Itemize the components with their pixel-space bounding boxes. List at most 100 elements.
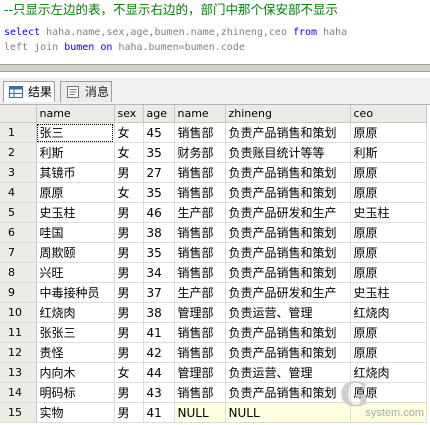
sql-editor[interactable]: --只显示左边的表，不显示右边的，部门中那个保安部不显示 select haha… (0, 0, 430, 62)
table-cell[interactable]: 史玉柱 (350, 202, 427, 223)
row-number[interactable]: 7 (0, 242, 37, 263)
table-row[interactable]: 10 红烧肉男 38 管理部 负责运营、管理 红烧肉 (0, 302, 427, 323)
table-cell[interactable]: 张三 (36, 122, 115, 143)
table-cell[interactable]: 27 (143, 162, 175, 183)
table-cell[interactable]: 35 (143, 242, 175, 263)
row-number[interactable]: 10 (0, 302, 37, 323)
table-cell[interactable]: 原原 (350, 322, 427, 343)
column-header[interactable]: age (143, 105, 175, 123)
table-cell[interactable]: 负责产品销售和策划 (225, 382, 351, 403)
table-cell[interactable]: 生产部 (174, 282, 226, 303)
table-row[interactable]: 4 原原女 35 销售部 负责产品销售和策划 原原 (0, 182, 427, 203)
table-cell[interactable]: 销售部 (174, 322, 226, 343)
table-cell[interactable]: 负责产品销售和策划 (225, 242, 351, 263)
table-cell[interactable]: 销售部 (174, 262, 226, 283)
table-row[interactable]: 3 其镜币男 27 销售部 负责产品销售和策划 原原 (0, 162, 427, 183)
table-cell[interactable]: 41 (143, 402, 175, 423)
pane-splitter[interactable] (0, 64, 430, 72)
table-row[interactable]: 2 利斯女 35 财务部 负责账目统计等等 利斯 (0, 142, 427, 163)
table-cell[interactable]: 男 (114, 242, 144, 263)
table-cell[interactable]: 男 (114, 402, 144, 423)
row-number[interactable]: 9 (0, 282, 37, 303)
table-cell[interactable]: 周欺颐 (36, 242, 115, 263)
row-number[interactable]: 2 (0, 142, 37, 163)
table-cell[interactable]: 史玉柱 (350, 282, 427, 303)
table-cell[interactable]: 男 (114, 342, 144, 363)
table-cell[interactable]: 男 (114, 222, 144, 243)
table-cell[interactable]: 负责产品销售和策划 (225, 342, 351, 363)
table-cell[interactable]: 管理部 (174, 302, 226, 323)
column-header[interactable]: zhineng (225, 105, 351, 123)
table-cell[interactable]: 男 (114, 262, 144, 283)
row-number[interactable]: 3 (0, 162, 37, 183)
table-cell[interactable]: 财务部 (174, 142, 226, 163)
row-number[interactable]: 13 (0, 362, 37, 383)
column-header[interactable]: name (174, 105, 226, 123)
table-cell[interactable]: 男 (114, 322, 144, 343)
table-cell[interactable]: 原原 (350, 122, 427, 143)
column-header[interactable]: name (36, 105, 115, 123)
corner-cell[interactable] (0, 105, 37, 123)
table-cell[interactable]: 负责产品销售和策划 (225, 182, 351, 203)
table-cell[interactable]: 38 (143, 222, 175, 243)
table-cell[interactable]: 负责产品销售和策划 (225, 122, 351, 143)
table-cell[interactable]: 其镜币 (36, 162, 115, 183)
table-cell[interactable]: 45 (143, 122, 175, 143)
table-cell[interactable]: 女 (114, 122, 144, 143)
table-cell[interactable]: 男 (114, 162, 144, 183)
table-cell[interactable]: 负责产品研发和生产 (225, 202, 351, 223)
table-cell[interactable]: 管理部 (174, 362, 226, 383)
row-number[interactable]: 12 (0, 342, 37, 363)
row-number[interactable]: 11 (0, 322, 37, 343)
row-number[interactable]: 15 (0, 402, 37, 423)
table-row[interactable]: 1 张三女 45 销售部 负责产品销售和策划 原原 (0, 122, 427, 143)
table-cell[interactable]: 原原 (36, 182, 115, 203)
table-cell[interactable]: 原原 (350, 242, 427, 263)
table-cell[interactable]: 负责运营、管理 (225, 302, 351, 323)
row-number[interactable]: 8 (0, 262, 37, 283)
table-cell[interactable]: 原原 (350, 262, 427, 283)
table-row[interactable]: 8 兴旺男 34 销售部 负责产品销售和策划 原原 (0, 262, 427, 283)
table-row[interactable]: 5 史玉柱男 46 生产部 负责产品研发和生产 史玉柱 (0, 202, 427, 223)
row-number[interactable]: 4 (0, 182, 37, 203)
table-row[interactable]: 11 张张三男 41 销售部 负责产品销售和策划 原原 (0, 322, 427, 343)
table-cell[interactable]: 35 (143, 182, 175, 203)
table-cell[interactable]: 利斯 (36, 142, 115, 163)
table-cell[interactable]: 实物 (36, 402, 115, 423)
table-cell[interactable]: 女 (114, 182, 144, 203)
column-header[interactable]: ceo (350, 105, 427, 123)
table-cell[interactable]: 43 (143, 382, 175, 403)
table-cell[interactable]: 利斯 (350, 142, 427, 163)
table-cell[interactable]: 兴旺 (36, 262, 115, 283)
row-number[interactable]: 5 (0, 202, 37, 223)
table-cell[interactable]: 37 (143, 282, 175, 303)
table-cell[interactable]: NULL (174, 402, 226, 423)
table-cell[interactable]: 销售部 (174, 222, 226, 243)
table-cell[interactable]: 男 (114, 282, 144, 303)
table-cell[interactable]: 生产部 (174, 202, 226, 223)
table-cell[interactable]: 34 (143, 262, 175, 283)
table-cell[interactable]: 销售部 (174, 342, 226, 363)
table-row[interactable]: 6 哇国男 38 销售部 负责产品销售和策划 原原 (0, 222, 427, 243)
table-cell[interactable]: 责怪 (36, 342, 115, 363)
table-cell[interactable]: 女 (114, 362, 144, 383)
tab-messages[interactable]: 消息 (60, 81, 112, 102)
table-cell[interactable]: 红烧肉 (350, 302, 427, 323)
table-cell[interactable]: 负责产品销售和策划 (225, 222, 351, 243)
table-cell[interactable]: 35 (143, 142, 175, 163)
row-number[interactable]: 14 (0, 382, 37, 403)
table-cell[interactable]: 男 (114, 202, 144, 223)
table-cell[interactable]: 负责产品销售和策划 (225, 262, 351, 283)
table-cell[interactable]: 张张三 (36, 322, 115, 343)
row-number[interactable]: 1 (0, 122, 37, 143)
table-cell[interactable]: 负责产品研发和生产 (225, 282, 351, 303)
table-cell[interactable]: 哇国 (36, 222, 115, 243)
table-cell[interactable]: 42 (143, 342, 175, 363)
table-cell[interactable]: 史玉柱 (36, 202, 115, 223)
tab-results[interactable]: 结果 (3, 81, 55, 102)
table-cell[interactable]: 男 (114, 302, 144, 323)
table-cell[interactable]: 负责账目统计等等 (225, 142, 351, 163)
table-cell[interactable]: 红烧肉 (36, 302, 115, 323)
table-cell[interactable]: 38 (143, 302, 175, 323)
row-number[interactable]: 6 (0, 222, 37, 243)
